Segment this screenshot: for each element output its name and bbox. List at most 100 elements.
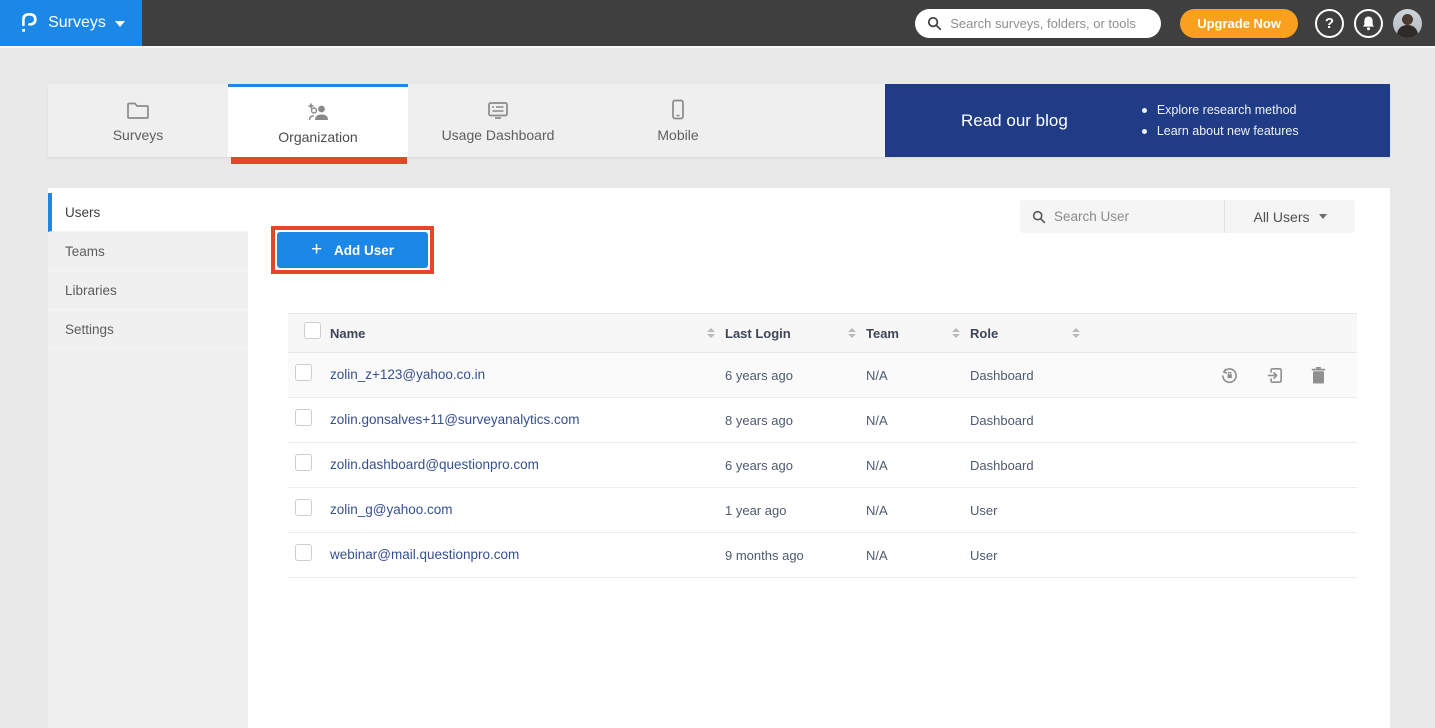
reset-password-icon[interactable] <box>1220 366 1239 385</box>
users-table: Name Last Login Team Role <box>288 313 1357 578</box>
bell-icon <box>1361 15 1376 31</box>
table-row: zolin_g@yahoo.com 1 year ago N/A User <box>288 488 1357 533</box>
sidebar-item-settings[interactable]: Settings <box>48 310 248 349</box>
organization-panel: Users Teams Libraries Settings All Users… <box>48 188 1390 728</box>
add-user-button[interactable]: + Add User <box>277 232 428 268</box>
tab-mobile[interactable]: Mobile <box>588 84 768 157</box>
section-tabbar: Surveys Organization <box>48 84 1390 157</box>
sidebar-item-teams[interactable]: Teams <box>48 232 248 271</box>
notifications-button[interactable] <box>1354 9 1383 38</box>
blog-banner-bullets: Explore research method Learn about new … <box>1142 100 1299 142</box>
user-email-link[interactable]: zolin_g@yahoo.com <box>330 502 453 517</box>
dashboard-icon <box>486 98 510 120</box>
login-as-icon[interactable] <box>1265 366 1284 385</box>
team-cell: N/A <box>866 398 970 443</box>
user-list-controls: All Users <box>1020 200 1355 233</box>
last-login-cell: 6 years ago <box>725 353 866 398</box>
table-header-row: Name Last Login Team Role <box>288 314 1357 353</box>
avatar[interactable] <box>1393 9 1422 38</box>
role-cell: User <box>970 533 1090 578</box>
tab-usage-dashboard[interactable]: Usage Dashboard <box>408 84 588 157</box>
organization-sidebar: Users Teams Libraries Settings <box>48 193 248 728</box>
product-switcher[interactable]: Surveys <box>0 0 142 46</box>
sort-icon[interactable] <box>707 328 715 338</box>
last-login-cell: 6 years ago <box>725 443 866 488</box>
sidebar-item-label: Libraries <box>65 283 117 298</box>
user-email-link[interactable]: zolin.dashboard@questionpro.com <box>330 457 539 472</box>
mobile-icon <box>671 98 685 120</box>
search-icon <box>927 16 942 31</box>
add-user-label: Add User <box>334 243 394 258</box>
top-header: Surveys Upgrade Now ? <box>0 0 1435 46</box>
row-checkbox[interactable] <box>295 364 312 381</box>
chevron-down-icon <box>115 21 125 27</box>
team-cell: N/A <box>866 533 970 578</box>
column-header-last-login[interactable]: Last Login <box>725 326 791 341</box>
sidebar-item-users[interactable]: Users <box>48 193 248 232</box>
last-login-cell: 8 years ago <box>725 398 866 443</box>
user-search-input[interactable] <box>1054 209 1184 224</box>
last-login-cell: 9 months ago <box>725 533 866 578</box>
team-cell: N/A <box>866 353 970 398</box>
tab-organization[interactable]: Organization <box>228 84 408 157</box>
tab-label: Usage Dashboard <box>442 127 555 143</box>
user-search[interactable] <box>1020 209 1224 224</box>
sidebar-item-label: Teams <box>65 244 105 259</box>
user-filter-dropdown[interactable]: All Users <box>1225 209 1355 225</box>
blog-banner[interactable]: Read our blog Explore research method Le… <box>885 84 1390 157</box>
blog-bullet: Explore research method <box>1142 100 1299 121</box>
delete-icon[interactable] <box>1310 366 1327 385</box>
user-filter-value: All Users <box>1253 209 1309 225</box>
tab-surveys[interactable]: Surveys <box>48 84 228 157</box>
blog-banner-title[interactable]: Read our blog <box>961 111 1068 131</box>
annotation-highlight-box: + Add User <box>271 226 434 274</box>
column-header-team[interactable]: Team <box>866 326 899 341</box>
global-search[interactable] <box>915 9 1161 38</box>
row-checkbox[interactable] <box>295 544 312 561</box>
row-checkbox[interactable] <box>295 499 312 516</box>
last-login-cell: 1 year ago <box>725 488 866 533</box>
plus-icon: + <box>311 240 322 259</box>
folder-icon <box>126 98 150 120</box>
sort-icon[interactable] <box>1072 328 1080 338</box>
table-row: zolin.gonsalves+11@surveyanalytics.com 8… <box>288 398 1357 443</box>
table-row: webinar@mail.questionpro.com 9 months ag… <box>288 533 1357 578</box>
user-email-link[interactable]: zolin.gonsalves+11@surveyanalytics.com <box>330 412 579 427</box>
column-header-role[interactable]: Role <box>970 326 998 341</box>
global-search-input[interactable] <box>950 16 1149 31</box>
product-label: Surveys <box>48 14 106 32</box>
user-email-link[interactable]: zolin_z+123@yahoo.co.in <box>330 367 485 382</box>
role-cell: Dashboard <box>970 398 1090 443</box>
chevron-down-icon <box>1319 214 1327 219</box>
column-header-name[interactable]: Name <box>330 326 365 341</box>
sidebar-item-label: Users <box>65 205 100 220</box>
row-checkbox[interactable] <box>295 454 312 471</box>
sort-icon[interactable] <box>952 328 960 338</box>
header-divider <box>0 46 1435 48</box>
help-button[interactable]: ? <box>1315 9 1344 38</box>
sidebar-item-label: Settings <box>65 322 114 337</box>
blog-bullet: Learn about new features <box>1142 121 1299 142</box>
team-cell: N/A <box>866 488 970 533</box>
tab-label: Mobile <box>657 127 698 143</box>
annotation-highlight-underline <box>231 157 407 164</box>
role-cell: User <box>970 488 1090 533</box>
tab-label: Surveys <box>113 127 164 143</box>
role-cell: Dashboard <box>970 443 1090 488</box>
search-icon <box>1032 210 1046 224</box>
row-actions <box>1090 366 1357 385</box>
add-person-icon <box>305 100 332 122</box>
tab-label: Organization <box>278 129 357 145</box>
sidebar-item-libraries[interactable]: Libraries <box>48 271 248 310</box>
upgrade-now-button[interactable]: Upgrade Now <box>1180 9 1298 38</box>
questionpro-logo-icon <box>17 10 39 36</box>
table-row: zolin_z+123@yahoo.co.in 6 years ago N/A … <box>288 353 1357 398</box>
table-row: zolin.dashboard@questionpro.com 6 years … <box>288 443 1357 488</box>
question-mark-icon: ? <box>1325 15 1334 32</box>
role-cell: Dashboard <box>970 353 1090 398</box>
user-email-link[interactable]: webinar@mail.questionpro.com <box>330 547 519 562</box>
row-checkbox[interactable] <box>295 409 312 426</box>
select-all-checkbox[interactable] <box>304 322 321 339</box>
team-cell: N/A <box>866 443 970 488</box>
sort-icon[interactable] <box>848 328 856 338</box>
